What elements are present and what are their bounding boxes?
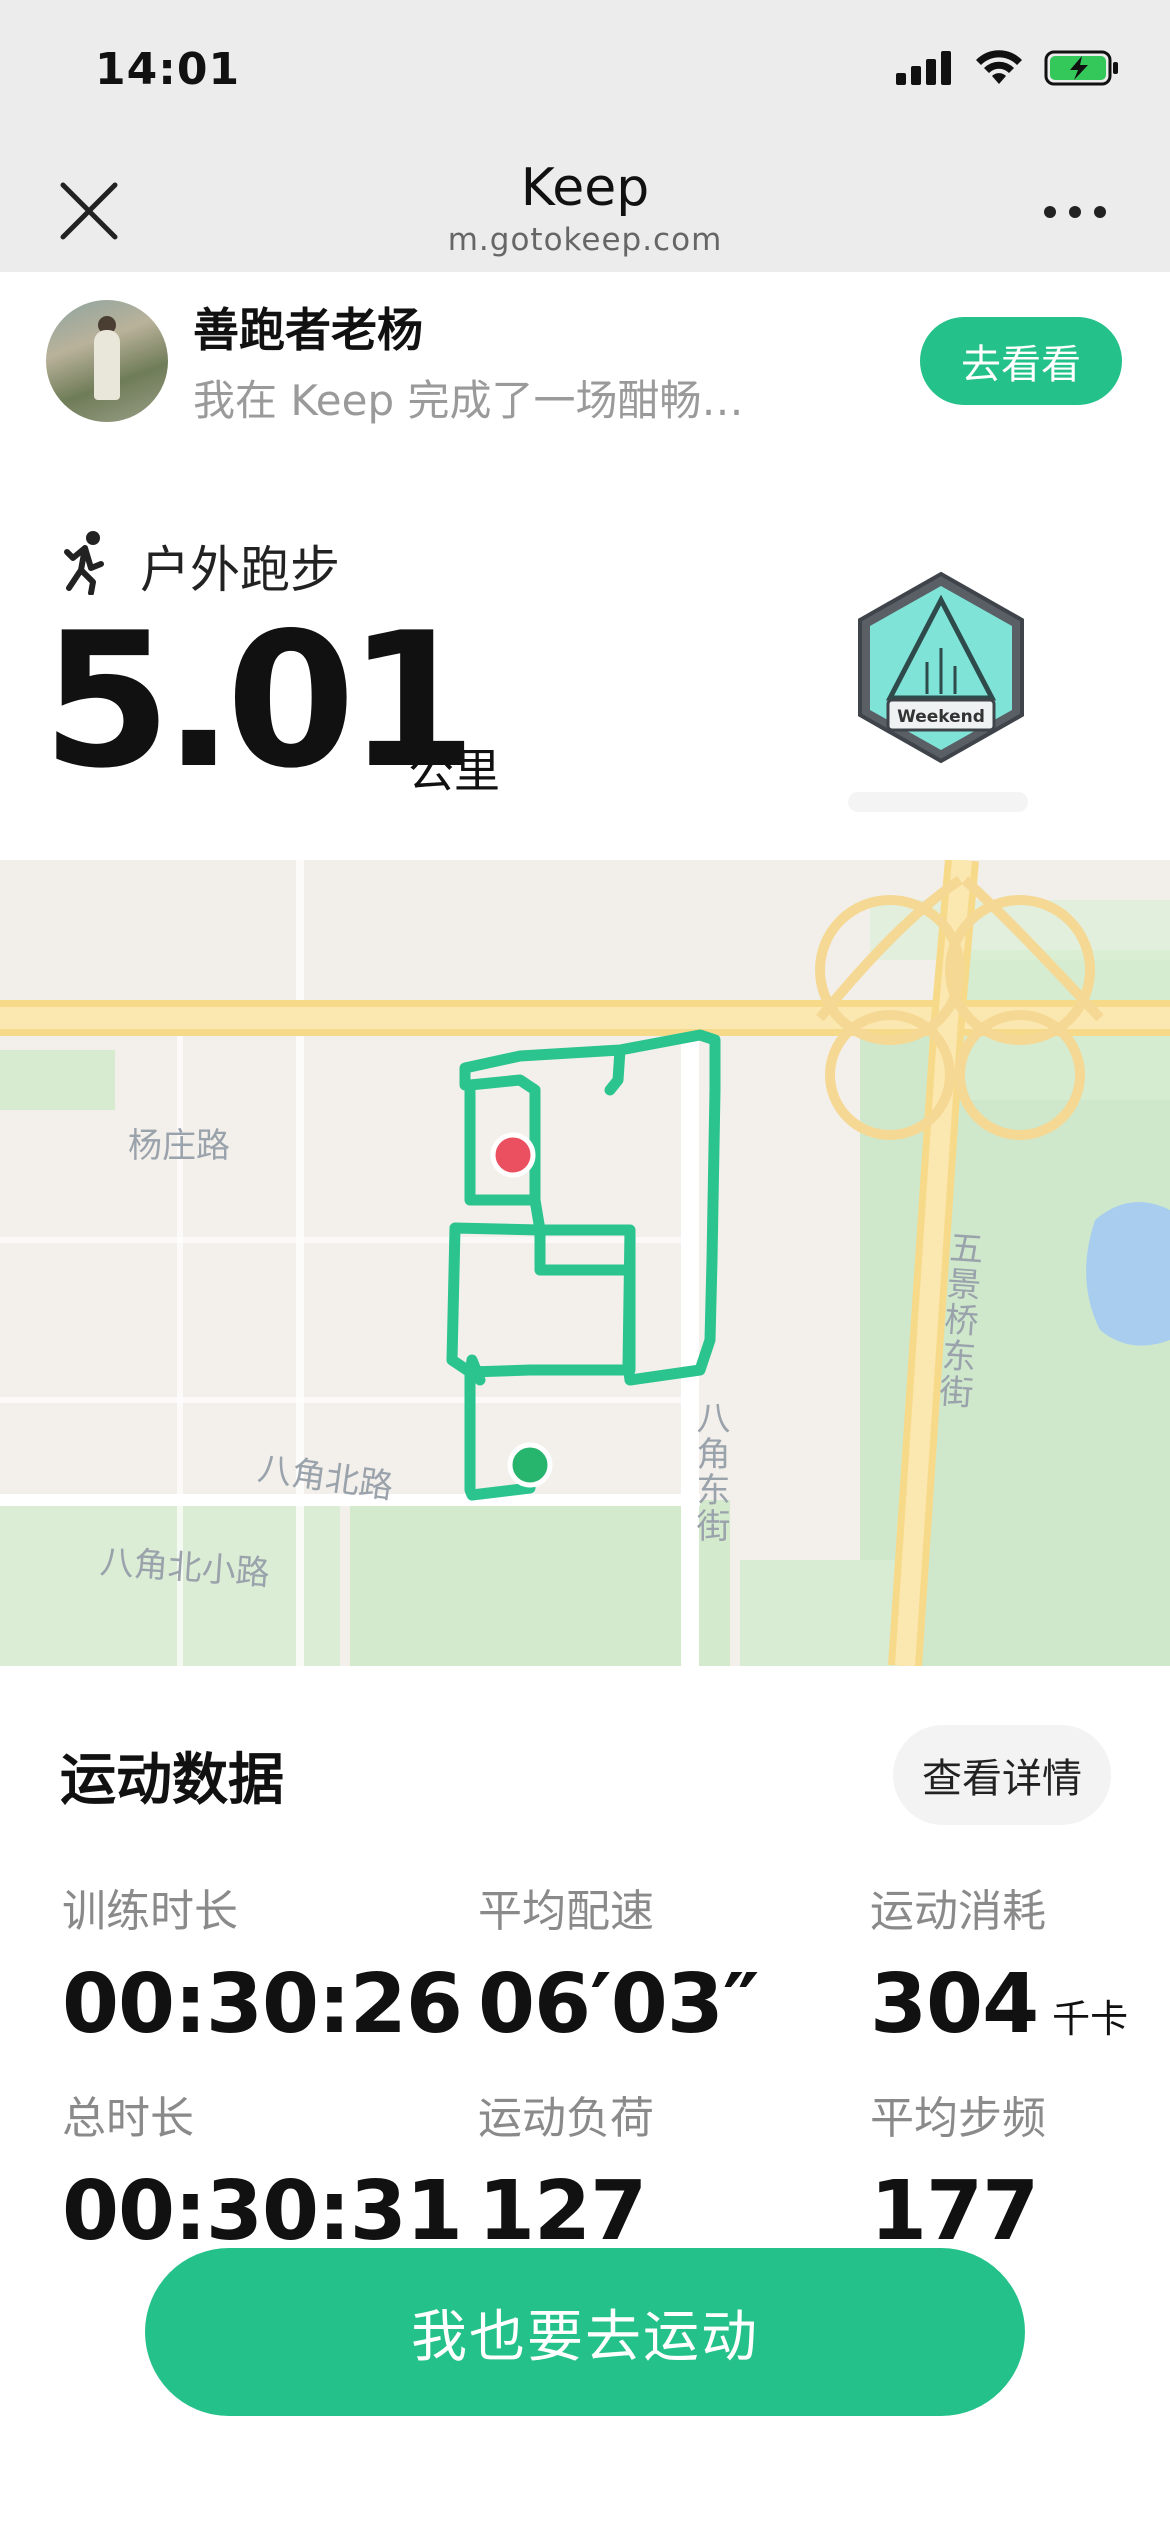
- stat-calories: 运动消耗 304 千卡: [870, 1875, 1128, 2052]
- share-description: 我在 Keep 完成了一场酣畅…: [193, 376, 744, 425]
- view-details-button[interactable]: 查看详情: [893, 1725, 1111, 1825]
- medal-caption-placeholder: [848, 792, 1028, 812]
- map-label-yangzhuang-road: 杨庄路: [128, 1126, 230, 1166]
- avatar: [46, 300, 168, 422]
- stat-training-load: 运动负荷 127: [478, 2082, 654, 2259]
- stat-average-pace: 平均配速 06′03″: [478, 1875, 759, 2052]
- medal-label: Weekend: [897, 707, 985, 727]
- distance-value: 5.01: [42, 592, 477, 809]
- distance-unit: 公里: [408, 744, 500, 798]
- route-end-marker: [490, 1132, 536, 1178]
- stat-value: 177: [870, 2164, 1039, 2259]
- stat-label: 总时长: [62, 2093, 194, 2144]
- stat-value: 304 千卡: [870, 1957, 1129, 2052]
- stat-label: 平均步频: [870, 2093, 1046, 2144]
- signal-icon: [896, 51, 951, 85]
- status-bar: 14:01: [0, 0, 1170, 150]
- stat-total-duration: 总时长 00:30:31: [62, 2082, 463, 2259]
- stat-value: 00:30:26: [62, 1957, 463, 2052]
- stat-value: 127: [478, 2164, 647, 2259]
- wifi-icon: [976, 50, 1022, 84]
- stat-label: 平均配速: [478, 1886, 654, 1937]
- route-start-marker: [507, 1442, 553, 1488]
- share-banner: 善跑者老杨 我在 Keep 完成了一场酣畅… 去看看: [0, 272, 1170, 437]
- map-label-bajiao-east-street: 八角东街: [690, 1400, 730, 1544]
- status-time: 14:01: [95, 44, 241, 95]
- page-domain: m.gotokeep.com: [447, 222, 723, 258]
- start-exercise-button[interactable]: 我也要去运动: [145, 2248, 1025, 2416]
- running-icon: [64, 531, 104, 595]
- page-title: Keep: [520, 158, 650, 218]
- stat-value: 06′03″: [478, 1957, 759, 2052]
- stat-training-duration: 训练时长 00:30:26: [62, 1875, 463, 2052]
- stat-unit: 千卡: [1052, 1997, 1129, 2041]
- stats-title: 运动数据: [60, 1748, 284, 1813]
- weekend-medal-icon: Weekend: [858, 571, 1024, 764]
- stat-label: 运动负荷: [478, 2093, 654, 2144]
- stat-label: 运动消耗: [870, 1886, 1046, 1937]
- more-options-icon[interactable]: [1040, 202, 1110, 222]
- route-map[interactable]: 杨庄路 八角北路 八角北小路 八角东街 五景桥东街: [0, 860, 1170, 1666]
- stat-average-cadence: 平均步频 177: [870, 2082, 1046, 2259]
- status-icons: [896, 50, 1120, 86]
- browser-nav-bar: Keep m.gotokeep.com: [0, 150, 1170, 272]
- stat-label: 训练时长: [62, 1886, 238, 1937]
- go-see-button[interactable]: 去看看: [920, 317, 1122, 405]
- stat-value: 00:30:31: [62, 2164, 463, 2259]
- user-name: 善跑者老杨: [193, 303, 423, 357]
- battery-charging-icon: [1044, 50, 1118, 86]
